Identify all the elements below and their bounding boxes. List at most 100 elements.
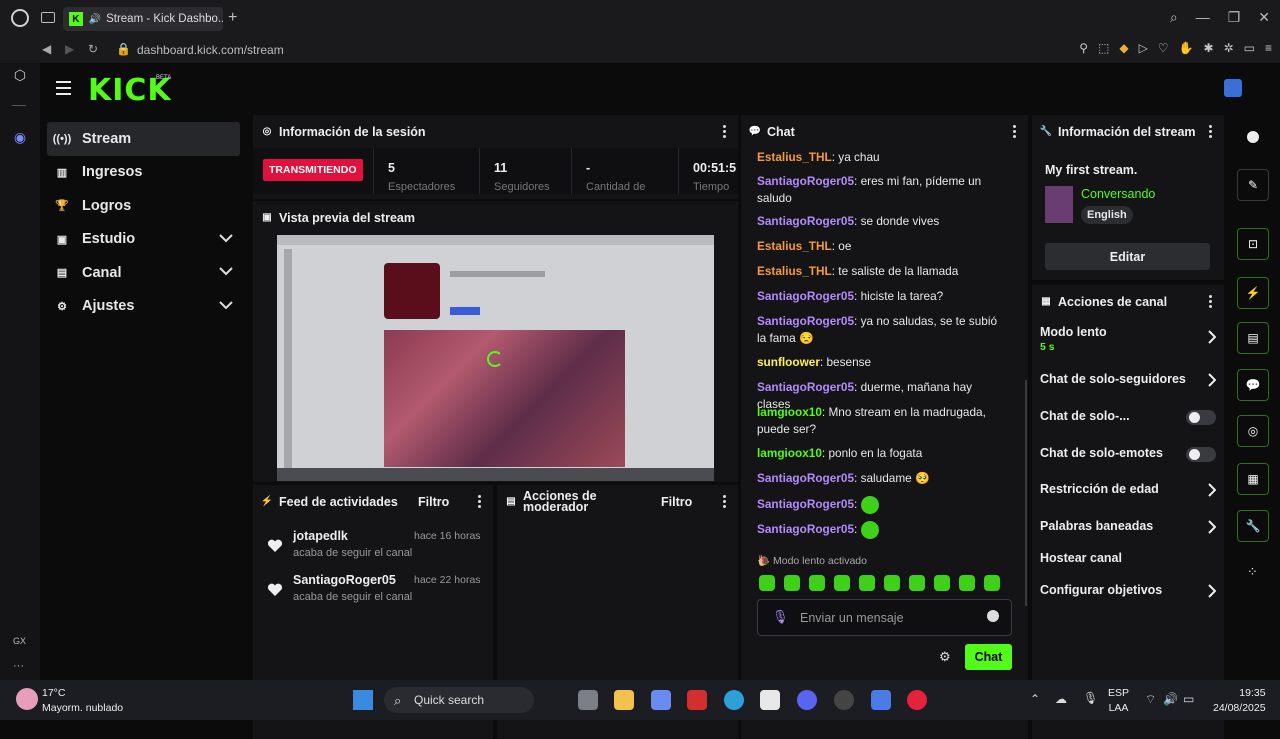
mcafee-icon[interactable] <box>687 690 707 710</box>
chat-username[interactable]: sunfloower <box>757 355 820 369</box>
camera-icon[interactable]: ⊡ <box>1237 228 1269 260</box>
toggle-switch[interactable] <box>1186 447 1216 462</box>
nav-item-logros[interactable]: 🏆 Logros <box>47 189 240 223</box>
channel-action-row[interactable]: Modo lento 5 s <box>1040 325 1216 355</box>
weather-widget[interactable]: 17°C Mayorm. nublado <box>42 687 123 714</box>
chat-username[interactable]: SantiagoRoger05 <box>757 380 854 394</box>
chat-scrollbar[interactable] <box>1025 380 1027 606</box>
stream-category[interactable]: Conversando <box>1081 187 1155 201</box>
channel-action-row[interactable]: Hostear canal <box>1040 543 1216 573</box>
extension-icon[interactable]: ✲ <box>1224 41 1234 55</box>
toggle-switch[interactable] <box>1186 410 1216 425</box>
steam-icon[interactable] <box>834 690 854 710</box>
emoji-icon[interactable] <box>987 610 999 622</box>
kebab-menu-icon[interactable] <box>1209 125 1212 140</box>
emote-icon[interactable] <box>934 575 950 591</box>
channel-action-row[interactable]: Configurar objetivos <box>1040 575 1216 605</box>
chat-bubble-icon[interactable]: 💬 <box>1237 369 1269 401</box>
app-icon[interactable] <box>871 690 891 710</box>
chat-username[interactable]: SantiagoRoger05 <box>757 174 854 188</box>
kebab-menu-icon[interactable] <box>723 495 726 510</box>
discord-icon[interactable]: ◉ <box>10 129 30 149</box>
emote-icon[interactable] <box>909 575 925 591</box>
kebab-menu-icon[interactable] <box>478 495 481 510</box>
menu-icon[interactable]: ≡ <box>1265 41 1272 55</box>
edit-stream-button[interactable]: Editar <box>1045 243 1210 270</box>
chat-username[interactable]: SantiagoRoger05 <box>757 497 854 511</box>
chat-username[interactable]: SantiagoRoger05 <box>757 314 854 328</box>
shield-icon[interactable]: ◆ <box>1119 41 1128 55</box>
lightning-icon[interactable]: ⚡ <box>1237 277 1269 309</box>
close-button[interactable]: ✕ <box>1258 9 1270 26</box>
channel-action-row[interactable]: Palabras baneadas <box>1040 511 1216 541</box>
chat-username[interactable]: Estalius_THL <box>757 239 832 253</box>
chat-username[interactable]: SantiagoRoger05 <box>757 214 854 228</box>
chevron-up-icon[interactable]: ⌃ <box>1030 692 1040 706</box>
edge-icon[interactable] <box>724 690 744 710</box>
kebab-menu-icon[interactable] <box>1013 125 1016 140</box>
filter-button[interactable]: Filtro <box>418 495 449 509</box>
chat-username[interactable]: Estalius_THL <box>757 150 832 164</box>
emote-icon[interactable] <box>884 575 900 591</box>
nav-item-stream[interactable]: ((•)) Stream <box>47 122 240 156</box>
layout-icon[interactable]: ▦ <box>1237 463 1269 495</box>
document-icon[interactable]: ▤ <box>1237 322 1269 354</box>
opera-logo-icon[interactable] <box>11 9 29 27</box>
discord-icon[interactable] <box>797 690 817 710</box>
nav-item-canal[interactable]: ▤ Canal <box>47 256 240 290</box>
chat-username[interactable]: Estalius_THL <box>757 264 832 278</box>
windows-start-icon[interactable] <box>353 690 373 710</box>
emote-icon[interactable] <box>784 575 800 591</box>
battery-icon[interactable]: ▭ <box>1183 692 1194 706</box>
chat-username[interactable]: SantiagoRoger05 <box>757 522 854 536</box>
channel-action-row[interactable]: Restricción de edad <box>1040 474 1216 504</box>
volume-icon[interactable]: 🔊 <box>1163 692 1178 706</box>
chat-username[interactable]: SantiagoRoger05 <box>757 289 854 303</box>
kebab-menu-icon[interactable] <box>1209 295 1212 310</box>
minimize-button[interactable]: — <box>1196 9 1210 26</box>
emote-icon[interactable] <box>859 575 875 591</box>
new-tab-button[interactable]: + <box>228 9 237 27</box>
emote-icon[interactable] <box>984 575 1000 591</box>
back-icon[interactable]: ◀ <box>42 42 51 56</box>
emote-icon[interactable] <box>834 575 850 591</box>
language-indicator[interactable]: ESP LAA <box>1108 687 1129 714</box>
url-field[interactable]: dashboard.kick.com/stream <box>137 43 284 57</box>
chat-settings-icon[interactable]: ⚙ <box>939 649 951 665</box>
send-chat-button[interactable]: Chat <box>965 644 1012 670</box>
extension-icon[interactable]: ✋ <box>1179 41 1194 55</box>
emote-icon[interactable] <box>959 575 975 591</box>
search-icon[interactable]: ⌕ <box>1170 9 1178 26</box>
aria-icon[interactable]: ⬡ <box>10 67 30 87</box>
file-explorer-icon[interactable] <box>578 690 598 710</box>
apps-icon[interactable]: ⁘ <box>1247 564 1258 580</box>
cloud-icon[interactable]: ☁ <box>1055 692 1067 706</box>
info-icon[interactable] <box>1247 131 1259 143</box>
folder-icon[interactable] <box>614 690 634 710</box>
user-avatar[interactable] <box>1224 79 1242 97</box>
broadcast-icon[interactable]: ◎ <box>1237 415 1269 447</box>
heart-icon[interactable]: ♡ <box>1158 41 1169 55</box>
microphone-icon[interactable]: 🎙 <box>1083 691 1098 705</box>
clock[interactable]: 19:35 24/08/2025 <box>1213 687 1266 714</box>
stream-preview-video[interactable] <box>277 235 714 481</box>
pin-icon[interactable]: ⚲ <box>1079 41 1088 55</box>
pencil-icon[interactable]: ✎ <box>1237 169 1269 201</box>
channel-action-row[interactable]: Chat de solo-emotes <box>1040 438 1216 468</box>
copilot-icon[interactable] <box>651 690 671 710</box>
tabs-icon[interactable] <box>41 12 55 23</box>
nav-item-estudio[interactable]: ▣ Estudio <box>47 223 240 257</box>
chat-message-input[interactable]: 🎙 Enviar un mensaje <box>757 599 1012 636</box>
kebab-menu-icon[interactable] <box>723 125 726 140</box>
weather-icon[interactable] <box>16 688 38 710</box>
browser-tab[interactable]: K 🔊 Stream - Kick Dashbo... <box>63 7 223 31</box>
speaker-icon[interactable]: 🔊 <box>89 14 101 25</box>
channel-action-row[interactable]: Chat de solo-... <box>1040 401 1216 431</box>
chat-username[interactable]: lamgioox10 <box>757 405 822 419</box>
battery-icon[interactable]: ▭ <box>1244 41 1255 55</box>
wifi-icon[interactable]: ⌔ <box>1145 692 1156 707</box>
extension-icon[interactable]: ✱ <box>1204 41 1214 55</box>
channel-action-row[interactable]: Chat de solo-seguidores <box>1040 364 1216 394</box>
nav-item-ajustes[interactable]: ⚙ Ajustes <box>47 290 240 324</box>
play-icon[interactable]: ▷ <box>1139 41 1148 55</box>
